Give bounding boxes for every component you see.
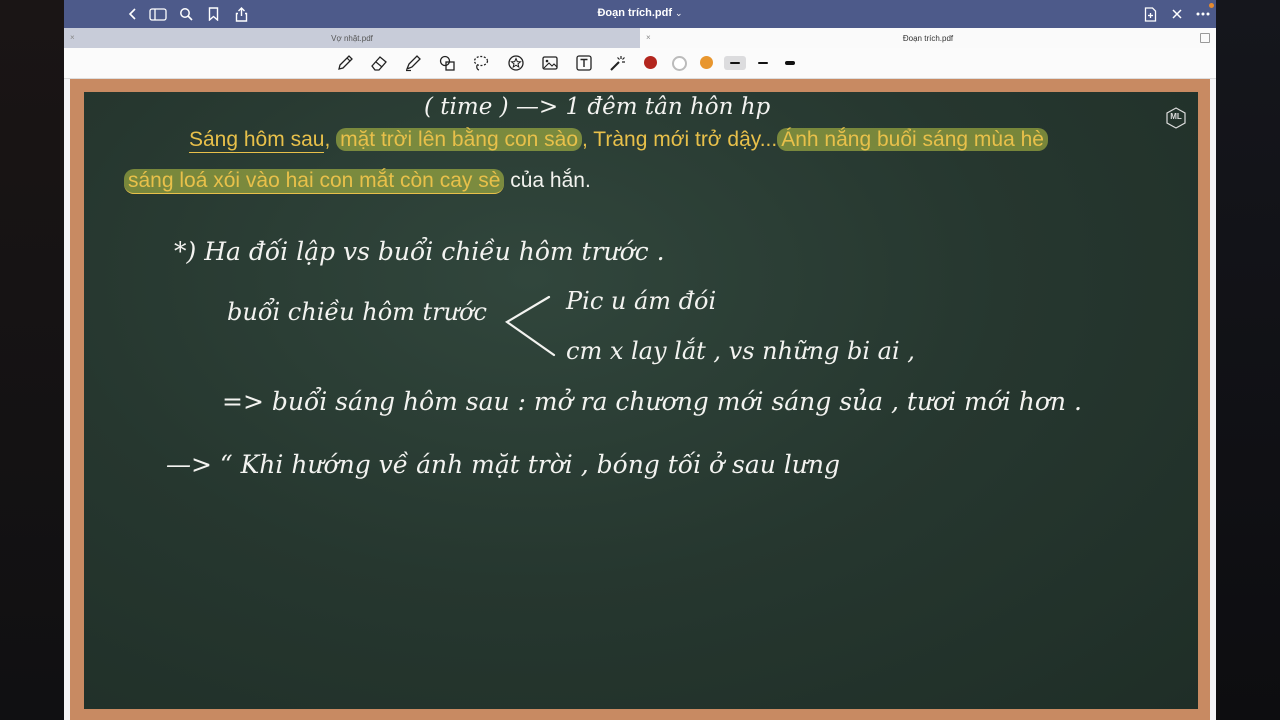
stroke-width-thick[interactable] [779, 56, 801, 70]
lasso-icon[interactable] [472, 54, 490, 72]
eraser-icon[interactable] [370, 54, 388, 72]
handwritten-branch-2: cm x lay lắt , vs những bi ai , [566, 337, 915, 365]
pdf-page-frame: ML Sáng hôm sau, mặt trời lên bằng con s… [70, 79, 1210, 720]
document-title[interactable]: Đoạn trích.pdf ⌄ [64, 7, 1216, 19]
text-icon[interactable] [575, 54, 593, 72]
tab-label: Vợ nhặt.pdf [331, 33, 373, 43]
sticker-icon[interactable] [507, 54, 525, 72]
stroke-width-medium[interactable] [752, 56, 774, 70]
tab-close-icon[interactable]: × [646, 33, 651, 42]
top-bar: Đoạn trích.pdf ⌄ [64, 0, 1216, 28]
close-icon[interactable] [1167, 4, 1187, 24]
annotation-toolbar [64, 48, 1216, 79]
pdf-app-window: Đoạn trích.pdf ⌄ × Vợ nhặt.pdf × Đoạn trí… [64, 0, 1216, 720]
stroke-width-thin[interactable] [724, 56, 746, 70]
tab-bar: × Vợ nhặt.pdf × Đoạn trích.pdf [64, 28, 1216, 48]
tab-doan-trich[interactable]: × Đoạn trích.pdf [640, 28, 1216, 48]
chalkboard-page[interactable]: ML Sáng hôm sau, mặt trời lên bằng con s… [84, 92, 1198, 709]
background-left [0, 0, 64, 720]
laser-pointer-icon[interactable] [609, 54, 627, 72]
handwritten-line-3: => buổi sáng hôm sau : mở ra chương mới … [222, 387, 1082, 416]
background-right [1216, 0, 1280, 720]
image-icon[interactable] [541, 54, 559, 72]
highlighter-icon[interactable] [404, 54, 422, 72]
add-page-icon[interactable] [1140, 4, 1160, 24]
tab-close-icon[interactable]: × [70, 33, 75, 42]
color-swatch-red[interactable] [644, 56, 657, 69]
tab-label: Đoạn trích.pdf [902, 33, 954, 43]
tab-vo-nhat[interactable]: × Vợ nhặt.pdf [64, 28, 640, 48]
handwritten-branch-1: Pic u ám đói [566, 287, 717, 315]
tab-split-icon[interactable] [1200, 33, 1210, 43]
shapes-icon[interactable] [438, 54, 456, 72]
color-swatch-orange[interactable] [700, 56, 713, 69]
handwritten-line-4: —> “ Khi hướng về ánh mặt trời , bóng tố… [166, 450, 841, 479]
chevron-down-icon: ⌄ [675, 8, 683, 18]
notification-dot [1209, 3, 1214, 8]
color-swatch-white[interactable] [672, 56, 687, 71]
pen-icon[interactable] [336, 54, 354, 72]
document-title-text: Đoạn trích.pdf [597, 7, 672, 19]
